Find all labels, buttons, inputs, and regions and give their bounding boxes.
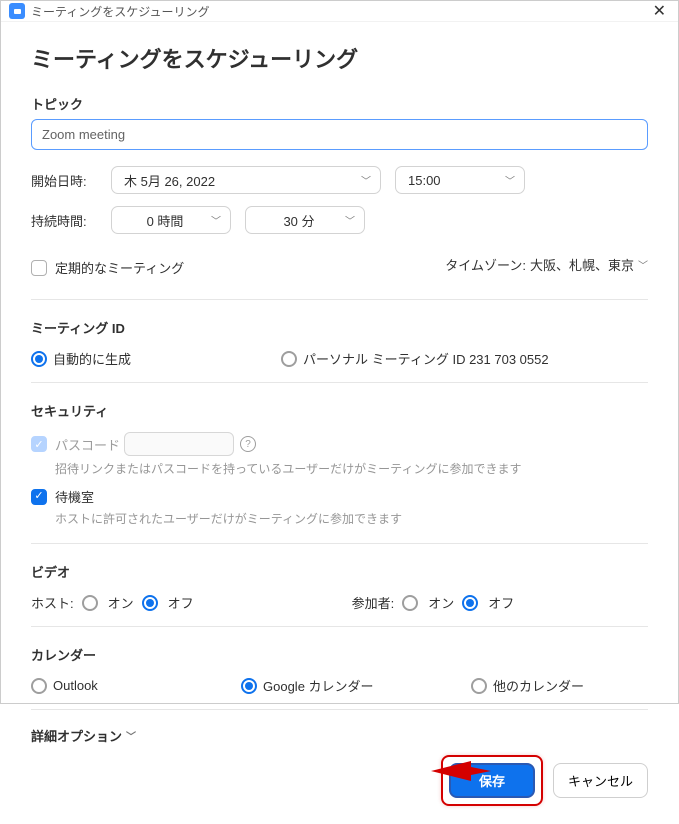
calendar-other-label: 他のカレンダー <box>493 676 584 695</box>
participant-video-off-radio[interactable] <box>462 595 478 611</box>
help-icon[interactable]: ? <box>240 436 256 452</box>
passcode-desc: 招待リンクまたはパスコードを持っているユーザーだけがミーティングに参加できます <box>55 460 648 477</box>
advanced-options-toggle[interactable]: 詳細オプション ﹀ <box>31 726 648 745</box>
host-video-on-radio[interactable] <box>82 595 98 611</box>
advanced-label: 詳細オプション <box>31 726 122 745</box>
video-heading: ビデオ <box>31 562 648 581</box>
video-host-label: ホスト: <box>31 593 74 612</box>
calendar-outlook-label: Outlook <box>53 678 98 693</box>
calendar-outlook-radio[interactable] <box>31 678 47 694</box>
meeting-id-auto-label: 自動的に生成 <box>53 349 131 368</box>
topic-label: トピック <box>31 94 648 113</box>
participant-video-on-radio[interactable] <box>402 595 418 611</box>
chevron-down-icon: ﹀ <box>361 173 371 188</box>
divider <box>31 543 648 544</box>
zoom-app-icon <box>9 3 25 19</box>
passcode-checkbox[interactable] <box>31 436 47 452</box>
meeting-id-personal-label: パーソナル ミーティング ID 231 703 0552 <box>303 349 549 368</box>
meeting-id-heading: ミーティング ID <box>31 318 648 337</box>
annotation-arrow-icon <box>431 753 491 789</box>
security-heading: セキュリティ <box>31 401 648 420</box>
duration-minutes-value: 30 分 <box>283 211 314 230</box>
participant-video-on-label: オン <box>428 593 454 612</box>
divider <box>31 299 648 300</box>
duration-hours-value: 0 時間 <box>147 211 184 230</box>
recurring-label: 定期的なミーティング <box>55 258 184 277</box>
divider <box>31 382 648 383</box>
meeting-id-personal-radio[interactable] <box>281 351 297 367</box>
host-video-on-label: オン <box>108 593 134 612</box>
start-time-value: 15:00 <box>408 173 441 188</box>
waiting-room-checkbox[interactable] <box>31 489 47 505</box>
participant-video-off-label: オフ <box>488 593 514 612</box>
start-date-value: 木 5月 26, 2022 <box>124 171 215 190</box>
video-participant-label: 参加者: <box>352 593 395 612</box>
start-date-select[interactable]: 木 5月 26, 2022 ﹀ <box>111 166 381 194</box>
host-video-off-radio[interactable] <box>142 595 158 611</box>
titlebar: ミーティングをスケジューリング ✕ <box>1 1 678 22</box>
calendar-google-label: Google カレンダー <box>263 676 374 695</box>
duration-label: 持続時間: <box>31 211 111 230</box>
duration-hours-select[interactable]: 0 時間 ﹀ <box>111 206 231 234</box>
timezone-prefix: タイムゾーン: <box>445 255 526 274</box>
calendar-other-radio[interactable] <box>471 678 487 694</box>
divider <box>31 626 648 627</box>
waiting-room-desc: ホストに許可されたユーザーだけがミーティングに参加できます <box>55 510 648 527</box>
divider <box>31 709 648 710</box>
close-icon[interactable]: ✕ <box>649 1 670 21</box>
waiting-room-label: 待機室 <box>55 487 94 506</box>
passcode-label: パスコード <box>55 435 120 454</box>
duration-minutes-select[interactable]: 30 分 ﹀ <box>245 206 365 234</box>
cancel-button[interactable]: キャンセル <box>553 763 648 798</box>
recurring-checkbox[interactable] <box>31 260 47 276</box>
start-date-label: 開始日時: <box>31 171 111 190</box>
topic-input[interactable] <box>31 119 648 150</box>
meeting-id-auto-radio[interactable] <box>31 351 47 367</box>
chevron-down-icon: ﹀ <box>126 728 136 743</box>
chevron-down-icon: ﹀ <box>505 173 515 188</box>
window-title: ミーティングをスケジューリング <box>31 3 209 20</box>
page-title: ミーティングをスケジューリング <box>31 42 648 74</box>
calendar-google-radio[interactable] <box>241 678 257 694</box>
chevron-down-icon: ﹀ <box>211 213 221 228</box>
timezone-link[interactable]: タイムゾーン: 大阪、札幌、東京 ﹀ <box>445 255 648 274</box>
calendar-heading: カレンダー <box>31 645 648 664</box>
chevron-down-icon: ﹀ <box>345 213 355 228</box>
timezone-value: 大阪、札幌、東京 <box>530 255 634 274</box>
host-video-off-label: オフ <box>168 593 194 612</box>
passcode-input[interactable] <box>124 432 234 456</box>
chevron-down-icon: ﹀ <box>638 257 648 272</box>
start-time-select[interactable]: 15:00 ﹀ <box>395 166 525 194</box>
